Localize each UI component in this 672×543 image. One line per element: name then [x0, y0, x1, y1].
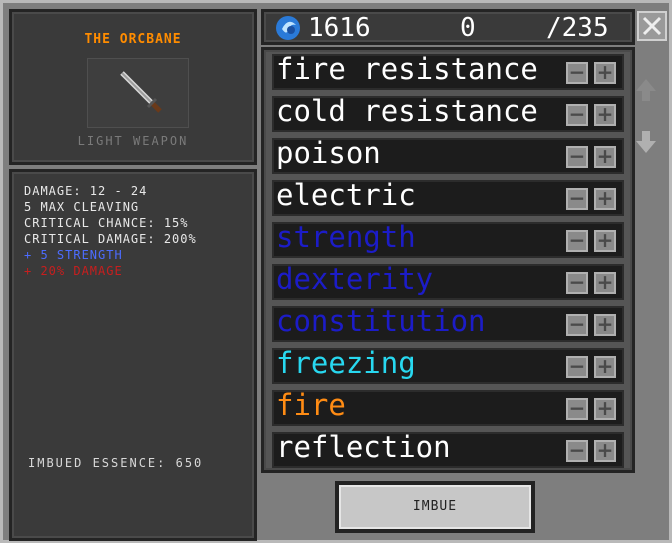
enchant-row-fire: fire − + [272, 388, 624, 426]
close-button[interactable] [637, 11, 667, 41]
increase-button[interactable]: + [594, 272, 616, 294]
decrease-button[interactable]: − [566, 62, 588, 84]
resource-bar: 1616 0 /235 [261, 9, 635, 45]
scroll-up-arrow-icon[interactable] [635, 77, 657, 103]
enchant-label: strength [276, 220, 416, 254]
stat-line: 5 MAX CLEAVING [24, 200, 140, 214]
close-icon [642, 16, 662, 36]
stat-line: DAMAGE: 12 - 24 [24, 184, 148, 198]
increase-button[interactable]: + [594, 188, 616, 210]
decrease-button[interactable]: − [566, 272, 588, 294]
points-max: /235 [546, 13, 609, 43]
increase-button[interactable]: + [594, 356, 616, 378]
decrease-button[interactable]: − [566, 314, 588, 336]
enchant-label: poison [276, 136, 381, 170]
item-preview-panel: THE ORCBANE LIGHT WEAPON [9, 9, 257, 165]
enchant-row-fire-resistance: fire resistance − + [272, 52, 624, 90]
decrease-button[interactable]: − [566, 104, 588, 126]
stat-line-bonus: + 5 STRENGTH [24, 248, 123, 262]
enchant-label: reflection [276, 430, 451, 464]
increase-button[interactable]: + [594, 440, 616, 462]
enchant-label: freezing [276, 346, 416, 380]
essence-amount: 1616 [308, 13, 371, 43]
imbue-button-frame: IMBUE [335, 481, 535, 533]
increase-button[interactable]: + [594, 104, 616, 126]
item-name: THE ORCBANE [84, 32, 182, 47]
item-stats-panel: DAMAGE: 12 - 24 5 MAX CLEAVING CRITICAL … [9, 169, 257, 541]
enchant-row-constitution: constitution − + [272, 304, 624, 342]
enchant-label: fire [276, 388, 346, 422]
stat-line: CRITICAL CHANCE: 15% [24, 216, 189, 230]
enchant-row-strength: strength − + [272, 220, 624, 258]
decrease-button[interactable]: − [566, 440, 588, 462]
decrease-button[interactable]: − [566, 356, 588, 378]
essence-gem-icon [276, 16, 300, 40]
increase-button[interactable]: + [594, 314, 616, 336]
imbue-window: THE ORCBANE LIGHT WEAPON DAMAGE: 12 - 24… [0, 0, 672, 543]
decrease-button[interactable]: − [566, 188, 588, 210]
increase-button[interactable]: + [594, 398, 616, 420]
stat-line-bonus: + 20% DAMAGE [24, 264, 123, 278]
enchant-row-cold-resistance: cold resistance − + [272, 94, 624, 132]
points-spent: 0 [460, 13, 476, 43]
decrease-button[interactable]: − [566, 146, 588, 168]
imbued-essence-label: IMBUED ESSENCE: 650 [28, 456, 204, 470]
increase-button[interactable]: + [594, 146, 616, 168]
enchant-label: fire resistance [276, 52, 538, 86]
increase-button[interactable]: + [594, 230, 616, 252]
enchant-row-poison: poison − + [272, 136, 624, 174]
decrease-button[interactable]: − [566, 230, 588, 252]
scroll-down-arrow-icon[interactable] [635, 129, 657, 155]
enchant-label: constitution [276, 304, 486, 338]
enchant-row-dexterity: dexterity − + [272, 262, 624, 300]
enchant-row-electric: electric − + [272, 178, 624, 216]
enchant-row-reflection: reflection − + [272, 430, 624, 468]
decrease-button[interactable]: − [566, 398, 588, 420]
stat-line: CRITICAL DAMAGE: 200% [24, 232, 197, 246]
enchant-label: dexterity [276, 262, 434, 296]
enchant-row-freezing: freezing − + [272, 346, 624, 384]
imbue-button[interactable]: IMBUE [339, 485, 531, 529]
enchant-label: cold resistance [276, 94, 538, 128]
item-slot[interactable] [87, 58, 189, 128]
enchant-label: electric [276, 178, 416, 212]
increase-button[interactable]: + [594, 62, 616, 84]
enchantment-list: fire resistance − + cold resistance − + … [261, 47, 635, 473]
item-type: LIGHT WEAPON [77, 134, 189, 148]
sword-icon [120, 71, 162, 113]
